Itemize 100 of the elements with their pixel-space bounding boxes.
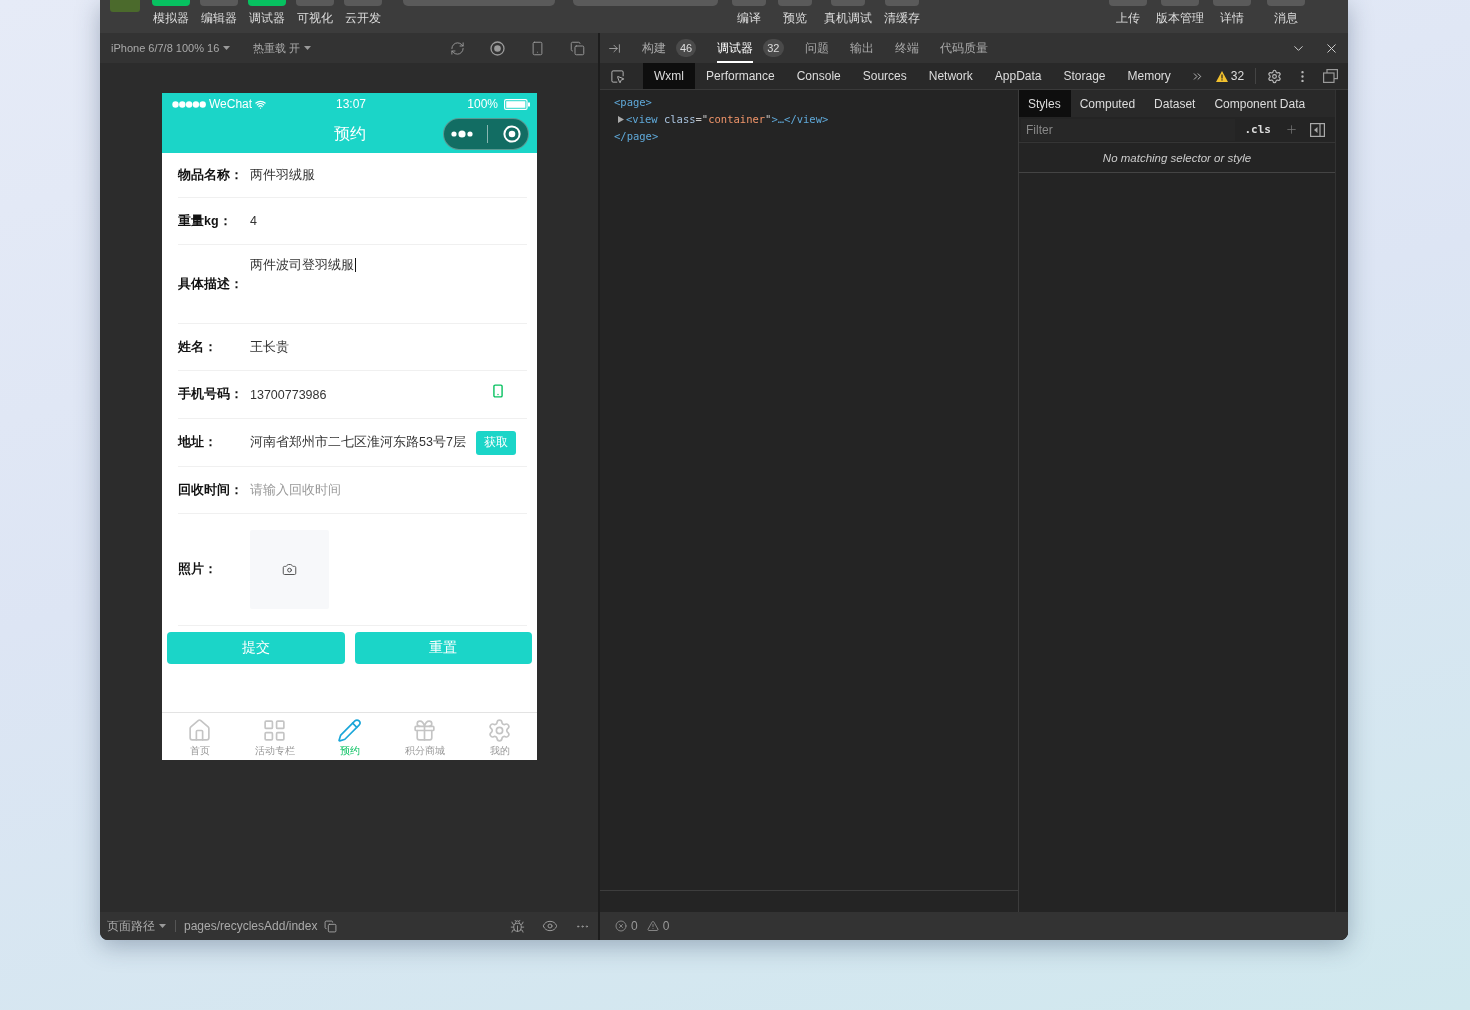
carrier-name: WeChat bbox=[209, 97, 253, 111]
panel-tab[interactable]: Sources bbox=[851, 63, 918, 89]
refresh-icon[interactable] bbox=[450, 40, 465, 56]
count-badge: 46 bbox=[676, 39, 697, 57]
upload-tile[interactable] bbox=[250, 530, 329, 609]
input-field[interactable]: 13700773986 bbox=[250, 381, 491, 408]
tool-icon bbox=[1267, 0, 1305, 6]
panel-tab[interactable]: Console bbox=[785, 63, 852, 89]
toolbar-button[interactable]: 上传 bbox=[1105, 0, 1151, 26]
field-label: 回收时间： bbox=[178, 481, 244, 499]
select-field[interactable] bbox=[573, 0, 718, 6]
field-label: 物品名称： bbox=[178, 166, 244, 184]
error-count: 0 bbox=[631, 919, 638, 933]
wxml-tag[interactable]: </page> bbox=[614, 128, 659, 145]
tool-icon bbox=[1213, 0, 1251, 6]
grid-icon bbox=[262, 718, 287, 743]
record-icon[interactable] bbox=[490, 40, 505, 56]
plus-icon[interactable] bbox=[1285, 123, 1298, 136]
field-label: 照片： bbox=[178, 561, 218, 578]
warning-count: 32 bbox=[1230, 69, 1245, 83]
signal-icon bbox=[172, 100, 206, 108]
input-field[interactable]: 两件羽绒服 bbox=[250, 162, 527, 188]
toolbar-button[interactable]: 清缓存 bbox=[880, 0, 924, 26]
panel-tab[interactable]: Memory bbox=[1116, 63, 1182, 89]
toolbar-button[interactable]: 版本管理 bbox=[1152, 0, 1208, 26]
inspect-icon[interactable] bbox=[610, 68, 625, 84]
toolbar-button[interactable]: 调试器 bbox=[248, 0, 286, 26]
wxml-node[interactable]: <view class="container">…</view> bbox=[626, 111, 829, 128]
warning-icon bbox=[646, 920, 659, 932]
circle-dot-icon[interactable] bbox=[502, 125, 521, 143]
caret-icon bbox=[159, 924, 166, 928]
gear-icon bbox=[487, 718, 512, 743]
search-field[interactable] bbox=[403, 0, 555, 6]
styles-tab[interactable]: Component Data bbox=[1205, 90, 1316, 117]
tool-icon bbox=[732, 0, 766, 6]
toolbar-button[interactable]: 真机调试 bbox=[820, 0, 876, 26]
panel-tab[interactable]: Performance bbox=[695, 63, 786, 89]
page-title: 预约 bbox=[333, 123, 366, 144]
styles-tab[interactable]: Dataset bbox=[1145, 90, 1206, 117]
panel-tab[interactable]: Wxml bbox=[643, 63, 695, 89]
input-field[interactable]: 河南省郑州市二七区淮河东路53号7层 bbox=[250, 429, 476, 456]
devtools-tab[interactable]: 终端 bbox=[894, 33, 919, 63]
input-field[interactable]: 王长贵 bbox=[250, 334, 527, 360]
battery-percent: 100% bbox=[467, 97, 498, 111]
toolbar-button[interactable]: 预览 bbox=[774, 0, 816, 26]
hot-reload-select[interactable]: 热重载 开 bbox=[253, 40, 312, 56]
more-icon[interactable] bbox=[451, 130, 474, 138]
cls-toggle[interactable]: .cls bbox=[1244, 123, 1271, 136]
smartphone-icon[interactable] bbox=[530, 40, 545, 56]
input-field[interactable]: 请输入回收时间 bbox=[250, 477, 527, 503]
text-area[interactable]: 两件波司登羽绒服 bbox=[250, 245, 527, 323]
tool-icon bbox=[1109, 0, 1147, 6]
field-label: 地址： bbox=[178, 434, 218, 451]
device-select[interactable]: iPhone 6/7/8 100% 16 bbox=[111, 42, 231, 54]
toolbar-button[interactable]: 云开发 bbox=[344, 0, 382, 26]
window-icon[interactable] bbox=[570, 40, 585, 56]
panel-tab[interactable]: Network bbox=[917, 63, 984, 89]
expand-triangle-icon[interactable] bbox=[618, 116, 624, 123]
input-field[interactable]: 4 bbox=[250, 208, 527, 234]
devtools-tab[interactable]: 构建 46 bbox=[642, 33, 697, 63]
dock-icon[interactable] bbox=[1323, 69, 1339, 83]
tool-icon bbox=[831, 0, 865, 6]
panel-tab[interactable]: AppData bbox=[983, 63, 1053, 89]
devtools-tab[interactable]: 输出 bbox=[849, 33, 874, 63]
tool-icon bbox=[885, 0, 919, 6]
settings-icon[interactable] bbox=[1267, 68, 1283, 84]
pencil-icon bbox=[337, 718, 362, 743]
tool-icon bbox=[1161, 0, 1199, 6]
styles-tab[interactable]: Styles bbox=[1019, 90, 1071, 117]
page-path: pages/recyclesAdd/index bbox=[184, 919, 318, 933]
gift-icon bbox=[412, 718, 437, 743]
field-label: 姓名： bbox=[178, 338, 218, 356]
panel-tab[interactable]: Storage bbox=[1052, 63, 1117, 89]
sidebar-toggle-icon[interactable] bbox=[1310, 122, 1325, 137]
field-label: 手机号码： bbox=[178, 386, 244, 403]
toolbar-button[interactable]: 消息 bbox=[1263, 0, 1309, 26]
page-path-select[interactable]: 页面路径 bbox=[107, 917, 166, 935]
toolbar-button[interactable]: 编译 bbox=[728, 0, 770, 26]
devtools-tab[interactable]: 代码质量 bbox=[939, 33, 988, 63]
wxml-tag[interactable]: <page> bbox=[614, 94, 652, 111]
bug-icon[interactable] bbox=[510, 918, 525, 934]
home-icon bbox=[187, 718, 212, 743]
field-label: 具体描述： bbox=[178, 275, 244, 293]
eye-icon[interactable] bbox=[542, 918, 558, 934]
toolbar-button[interactable]: 模拟器 bbox=[152, 0, 190, 26]
toolbar-button[interactable]: 详情 bbox=[1209, 0, 1255, 26]
tool-icon bbox=[778, 0, 812, 6]
toolbar-button[interactable]: 编辑器 bbox=[200, 0, 238, 26]
field-label: 重量kg： bbox=[178, 212, 233, 230]
arrow-to-line-icon[interactable] bbox=[608, 41, 621, 55]
caret-icon bbox=[223, 46, 231, 50]
wifi-icon bbox=[255, 98, 267, 110]
toolbar-button[interactable]: 可视化 bbox=[296, 0, 334, 26]
caret-icon bbox=[304, 46, 312, 50]
copy-icon[interactable] bbox=[324, 919, 338, 933]
devtools-tab[interactable]: 问题 bbox=[804, 33, 829, 63]
warning-count: 0 bbox=[662, 919, 670, 933]
camera-icon bbox=[282, 562, 297, 577]
styles-tab[interactable]: Computed bbox=[1070, 90, 1146, 117]
error-icon bbox=[615, 920, 627, 932]
